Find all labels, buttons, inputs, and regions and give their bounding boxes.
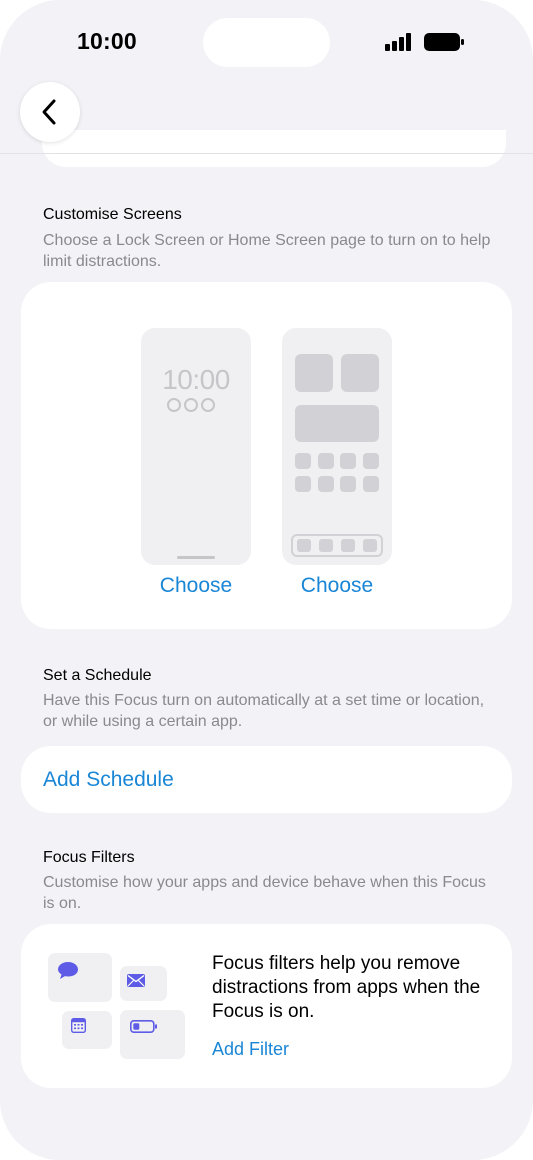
add-schedule-card[interactable]: Add Schedule — [21, 746, 512, 813]
chevron-left-icon — [42, 99, 56, 125]
lock-screen-widgets — [167, 398, 215, 412]
app-icon-placeholder — [295, 453, 311, 469]
focus-filters-description: Customise how your apps and device behav… — [43, 874, 486, 912]
app-icon-placeholder — [318, 476, 334, 492]
app-icon-placeholder — [340, 476, 356, 492]
dock-app-placeholder — [297, 539, 311, 552]
app-icon-placeholder — [318, 453, 334, 469]
cellular-signal-icon — [385, 33, 411, 51]
battery-icon — [130, 1020, 157, 1033]
dock-app-placeholder — [363, 539, 377, 552]
dock-app-placeholder — [341, 539, 355, 552]
lock-screen-time: 10:00 — [162, 364, 230, 395]
schedule-description: Have this Focus turn on automatically at… — [43, 692, 485, 730]
battery-icon — [424, 33, 464, 51]
widget-placeholder — [295, 354, 333, 392]
nav-divider — [0, 153, 533, 154]
focus-filters-info-text: Focus filters help you remove distractio… — [212, 953, 481, 1022]
widget-placeholder — [341, 354, 379, 392]
focus-filters-card: Focus filters help you remove distractio… — [21, 924, 512, 1088]
status-time: 10:00 — [77, 28, 137, 54]
widget-placeholder — [295, 405, 379, 442]
previous-card-bottom — [42, 130, 506, 167]
app-icon-placeholder — [363, 453, 379, 469]
dock-placeholder — [291, 534, 383, 557]
back-button[interactable] — [20, 82, 80, 142]
focus-filters-title: Focus Filters — [43, 849, 135, 866]
customise-screens-title: Customise Screens — [43, 206, 182, 223]
choose-home-screen-button[interactable]: Choose — [282, 574, 392, 598]
mail-icon — [127, 974, 145, 987]
phone-screen: 10:00 Customise Screens Choose a Lock Sc… — [0, 0, 533, 1160]
add-schedule-button[interactable]: Add Schedule — [43, 768, 174, 792]
schedule-title: Set a Schedule — [43, 667, 152, 684]
calendar-icon — [71, 1018, 86, 1033]
add-filter-button[interactable]: Add Filter — [212, 1039, 289, 1060]
lock-screen-preview[interactable]: 10:00 — [141, 328, 251, 565]
home-indicator — [177, 556, 215, 559]
customise-screens-description: Choose a Lock Screen or Home Screen page… — [43, 232, 491, 270]
dock-app-placeholder — [319, 539, 333, 552]
filter-tile — [48, 953, 112, 1002]
choose-lock-screen-button[interactable]: Choose — [141, 574, 251, 598]
message-icon — [58, 962, 78, 979]
widget-circle-icon — [167, 398, 181, 412]
filter-tile — [120, 966, 167, 1001]
dynamic-island — [203, 18, 330, 67]
widget-circle-icon — [201, 398, 215, 412]
home-screen-preview[interactable] — [282, 328, 392, 565]
widget-circle-icon — [184, 398, 198, 412]
app-icon-placeholder — [295, 476, 311, 492]
filter-tile — [120, 1010, 185, 1059]
app-icon-placeholder — [340, 453, 356, 469]
customise-screens-card: 10:00 Choose Choose — [21, 282, 512, 629]
filter-tile — [62, 1011, 112, 1049]
app-icon-placeholder — [363, 476, 379, 492]
